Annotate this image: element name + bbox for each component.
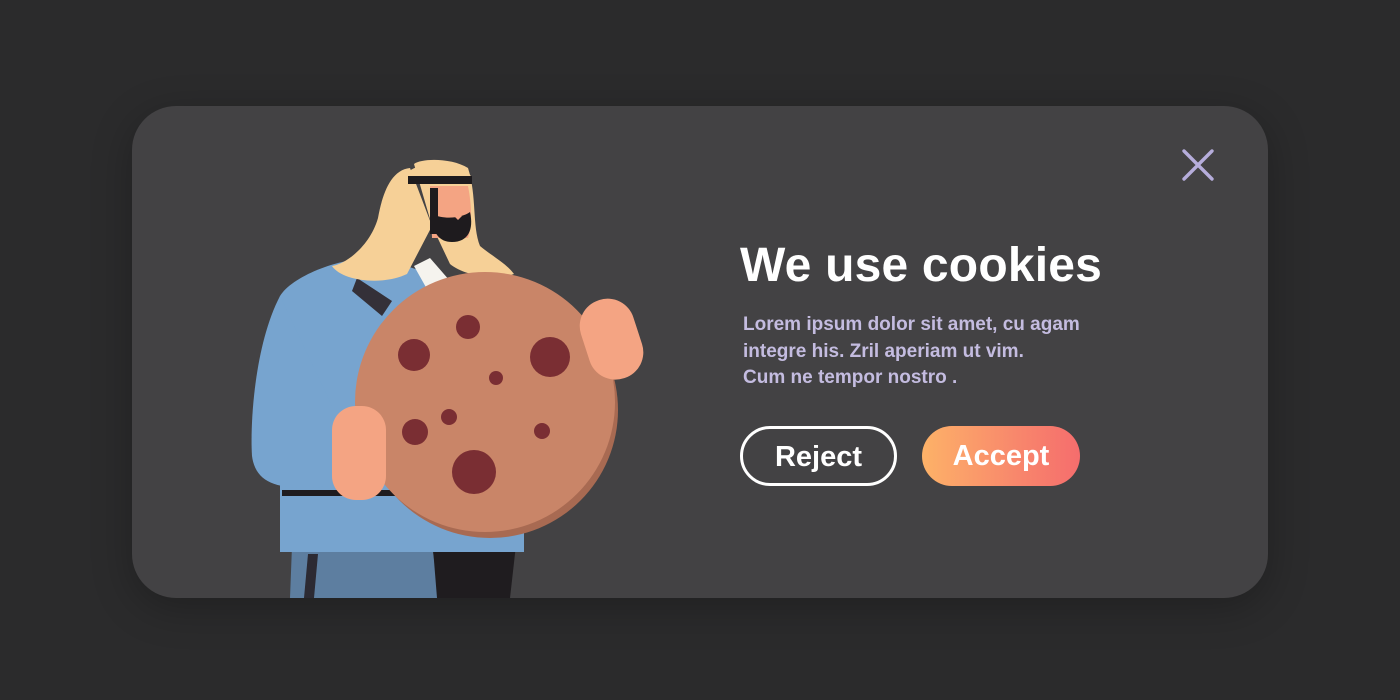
accept-button[interactable]: Accept <box>922 426 1080 486</box>
body-line: Cum ne tempor nostro . <box>743 367 958 388</box>
face <box>430 186 472 242</box>
dialog-body: Lorem ipsum dolor sit amet, cu agam inte… <box>740 312 1143 392</box>
close-icon <box>1182 149 1214 181</box>
dialog-content: We use cookies Lorem ipsum dolor sit ame… <box>740 238 1180 392</box>
close-button[interactable] <box>1172 144 1224 186</box>
dialog-title: We use cookies <box>740 239 1103 292</box>
reject-button[interactable]: Reject <box>740 426 897 486</box>
man-holding-cookie-illustration <box>251 159 644 598</box>
body-line: integre his. Zril aperiam ut vim. <box>743 340 1024 362</box>
page: We use cookies Lorem ipsum dolor sit ame… <box>0 0 1400 700</box>
body-line: Lorem ipsum dolor sit amet, cu agam <box>743 314 1080 335</box>
cookie-consent-dialog: We use cookies Lorem ipsum dolor sit ame… <box>132 106 1268 598</box>
